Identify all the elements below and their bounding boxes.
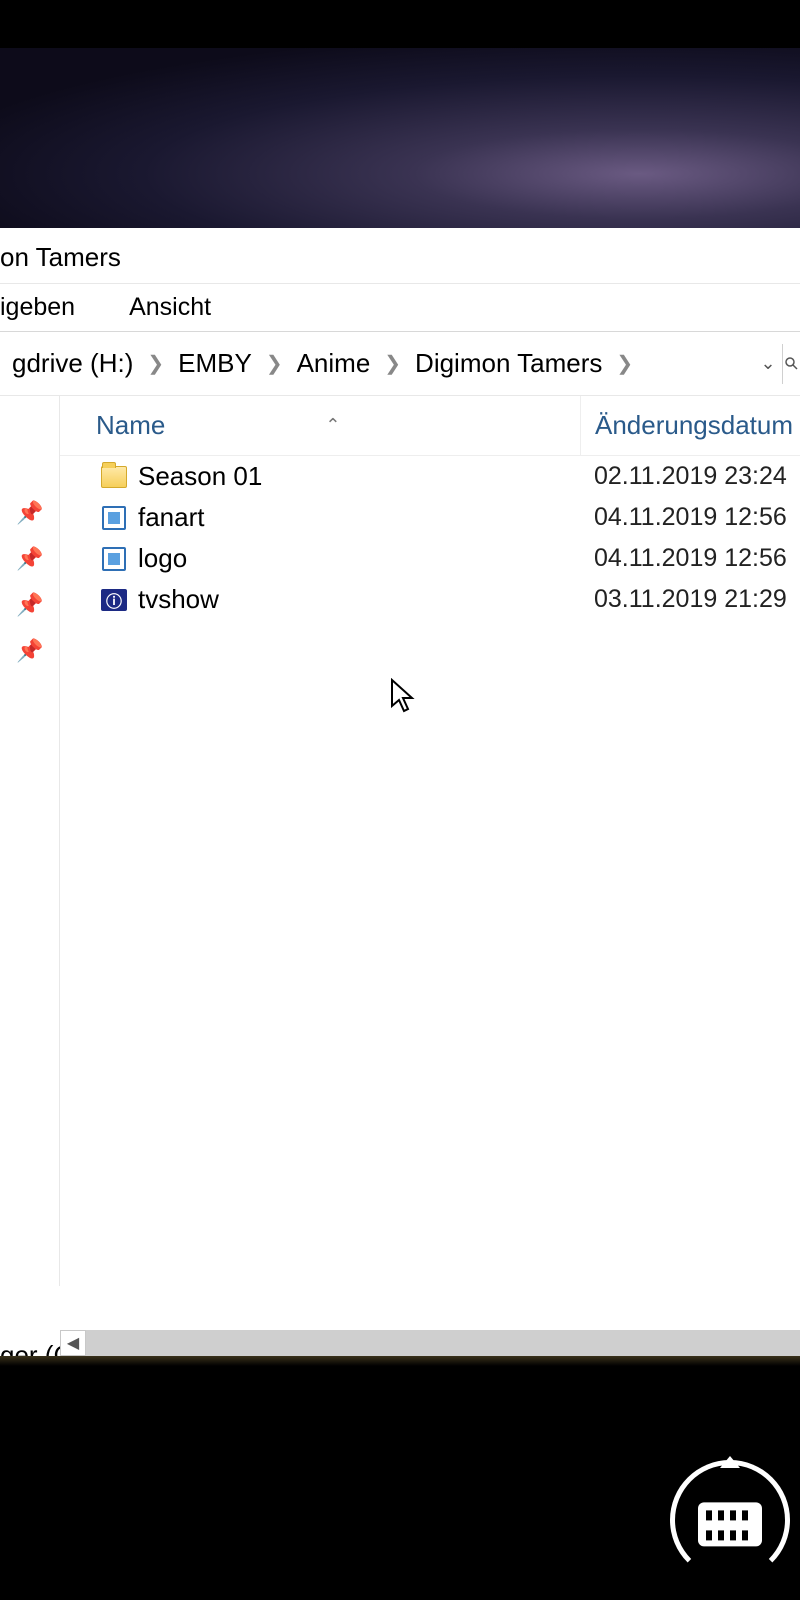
nfo-file-icon <box>96 589 132 611</box>
scroll-left-icon[interactable]: ◀ <box>60 1330 86 1356</box>
breadcrumb: gdrive (H:) ❯ EMBY ❯ Anime ❯ Digimon Tam… <box>0 332 754 395</box>
file-name: logo <box>132 543 580 574</box>
file-list-area[interactable]: Name ⌃ Änderungsdatum Season 0102.11.201… <box>60 396 800 1286</box>
file-row[interactable]: logo04.11.2019 12:56 <box>60 538 800 579</box>
column-headers: Name ⌃ Änderungsdatum <box>60 396 800 456</box>
search-icon[interactable] <box>782 344 800 384</box>
column-header-name[interactable]: Name ⌃ <box>60 410 580 441</box>
chevron-right-icon[interactable]: ❯ <box>608 351 641 376</box>
horizontal-scrollbar[interactable]: ◀ <box>60 1330 800 1356</box>
file-row[interactable]: tvshow03.11.2019 21:29 <box>60 579 800 620</box>
file-date: 03.11.2019 21:29 <box>580 585 800 614</box>
file-name: Season 01 <box>132 461 580 492</box>
image-file-icon <box>96 506 132 530</box>
breadcrumb-item[interactable]: Anime <box>291 348 377 379</box>
file-date: 04.11.2019 12:56 <box>580 544 800 573</box>
ribbon-tabs: igeben Ansicht <box>0 284 800 332</box>
pin-icon[interactable]: 📌 <box>0 628 60 674</box>
keyboard-icon <box>698 1502 762 1546</box>
tab-share[interactable]: igeben <box>0 293 75 322</box>
address-dropdown-icon[interactable]: ⌄ <box>754 353 782 374</box>
address-bar[interactable]: gdrive (H:) ❯ EMBY ❯ Anime ❯ Digimon Tam… <box>0 332 800 396</box>
file-date: 02.11.2019 23:24 <box>580 462 800 491</box>
chevron-right-icon[interactable]: ❯ <box>258 351 291 376</box>
chevron-right-icon[interactable]: ❯ <box>139 351 172 376</box>
file-name: fanart <box>132 502 580 533</box>
pin-icon[interactable]: 📌 <box>0 582 60 628</box>
sort-indicator-icon: ⌃ <box>325 415 340 436</box>
file-row[interactable]: Season 0102.11.2019 23:24 <box>60 456 800 497</box>
tab-view[interactable]: Ansicht <box>129 293 211 322</box>
breadcrumb-item[interactable]: EMBY <box>172 348 258 379</box>
on-screen-keyboard-button[interactable] <box>670 1460 790 1580</box>
file-row[interactable]: fanart04.11.2019 12:56 <box>60 497 800 538</box>
file-name: tvshow <box>132 584 580 615</box>
navigation-pane[interactable]: 📌 📌 📌 📌 <box>0 396 60 1286</box>
image-file-icon <box>96 547 132 571</box>
scrollbar-track[interactable] <box>86 1330 800 1356</box>
chevron-right-icon[interactable]: ❯ <box>376 351 409 376</box>
mouse-cursor-icon <box>390 678 416 722</box>
file-date: 04.11.2019 12:56 <box>580 503 800 532</box>
desktop-wallpaper <box>0 48 800 228</box>
column-header-date[interactable]: Änderungsdatum <box>580 396 800 455</box>
explorer-window: on Tamers igeben Ansicht gdrive (H:) ❯ E… <box>0 228 800 1356</box>
pin-icon[interactable]: 📌 <box>0 490 60 536</box>
breadcrumb-item[interactable]: gdrive (H:) <box>6 348 139 379</box>
window-titlebar[interactable]: on Tamers <box>0 228 800 284</box>
pin-icon[interactable]: 📌 <box>0 536 60 582</box>
folder-icon <box>96 466 132 488</box>
window-title: on Tamers <box>0 242 121 272</box>
breadcrumb-item[interactable]: Digimon Tamers <box>409 348 608 379</box>
chevron-up-icon <box>720 1456 740 1468</box>
